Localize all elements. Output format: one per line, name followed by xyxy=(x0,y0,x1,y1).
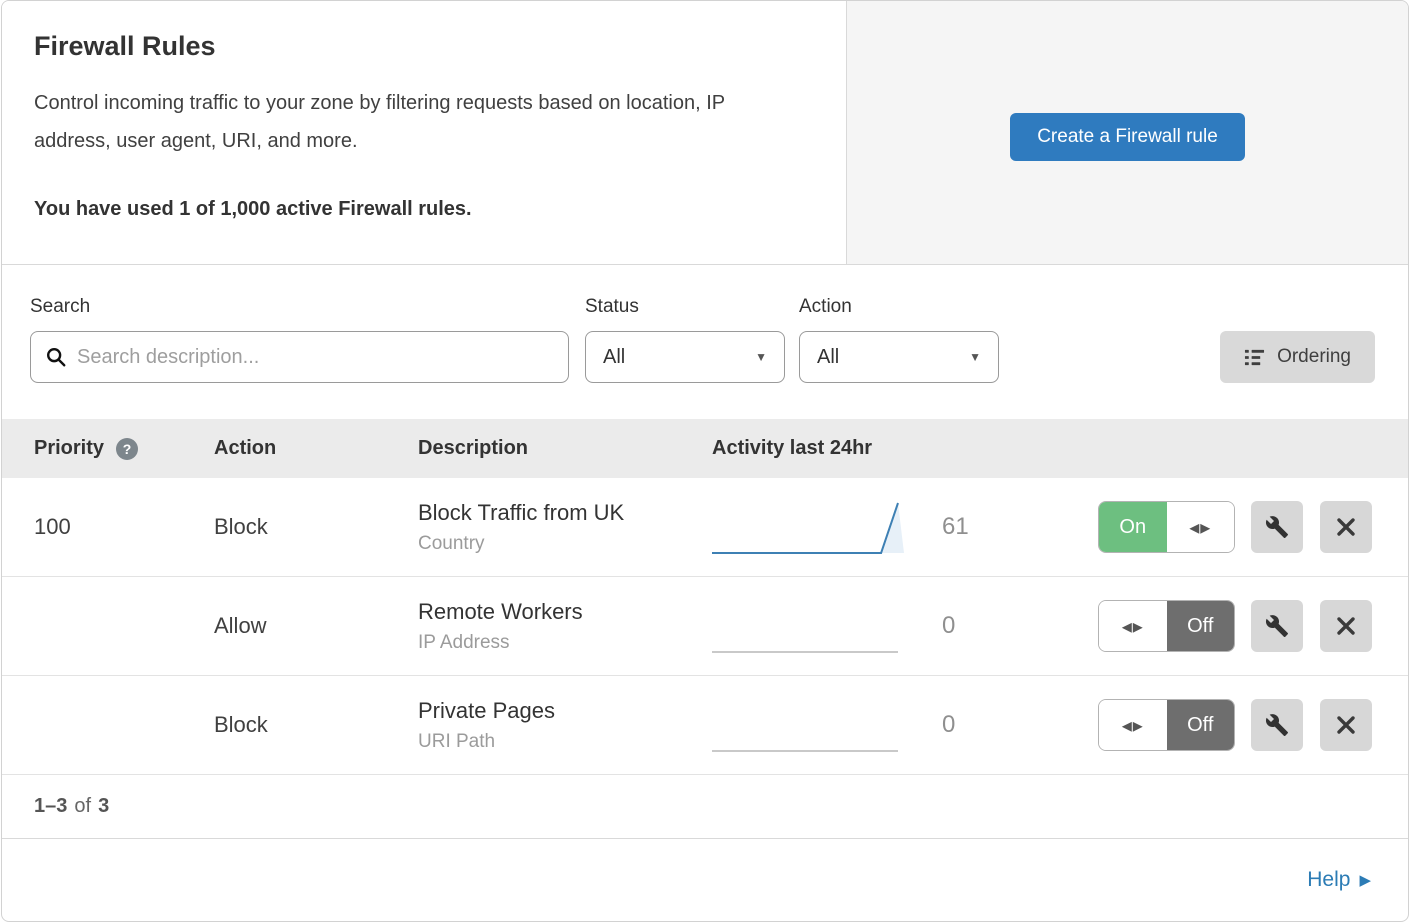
activity-count: 0 xyxy=(942,711,955,739)
action-selected-value: All xyxy=(817,346,839,369)
close-icon xyxy=(1335,615,1357,637)
description-cell: Block Traffic from UK Country xyxy=(418,500,712,555)
help-link-label: Help xyxy=(1307,868,1350,892)
activity-sparkline xyxy=(712,696,912,754)
action-label: Action xyxy=(799,296,999,318)
status-selected-value: All xyxy=(603,346,625,369)
rule-enable-toggle[interactable]: Off ◂▸ xyxy=(1098,699,1235,751)
status-filter-group: Status All ▼ xyxy=(585,296,785,383)
page-header-action-panel: Create a Firewall rule xyxy=(847,1,1408,264)
column-header-action: Action xyxy=(214,437,418,460)
row-controls: On ◂▸ xyxy=(1098,501,1372,553)
chevron-down-icon: ▼ xyxy=(755,350,767,364)
edit-rule-button[interactable] xyxy=(1251,501,1303,553)
help-link[interactable]: Help ▶ xyxy=(1307,868,1371,892)
row-controls: Off ◂▸ xyxy=(1098,699,1372,751)
priority-header-label: Priority xyxy=(34,437,104,460)
search-label: Search xyxy=(30,296,569,318)
activity-cell: 61 xyxy=(712,498,1098,556)
ordered-list-icon xyxy=(1244,347,1265,368)
action-cell: Block xyxy=(214,712,418,738)
activity-count: 0 xyxy=(942,612,955,640)
toggle-state-label: Off xyxy=(1167,601,1235,651)
column-header-description: Description xyxy=(418,437,712,460)
arrow-right-icon: ▶ xyxy=(1359,871,1371,889)
wrench-icon xyxy=(1265,713,1289,737)
activity-cell: 0 xyxy=(712,696,1098,754)
table-row: 100 Block Block Traffic from UK Country … xyxy=(2,478,1408,577)
delete-rule-button[interactable] xyxy=(1320,699,1372,751)
description-cell: Remote Workers IP Address xyxy=(418,599,712,654)
ordering-button-label: Ordering xyxy=(1277,346,1351,368)
priority-cell: 100 xyxy=(34,514,214,540)
firewall-rules-page: Firewall Rules Control incoming traffic … xyxy=(1,0,1409,922)
search-filter-group: Search xyxy=(30,296,569,383)
pagination-bar: 1–3 of 3 xyxy=(2,775,1408,839)
action-select[interactable]: All ▼ xyxy=(799,331,999,383)
close-icon xyxy=(1335,516,1357,538)
create-firewall-rule-button[interactable]: Create a Firewall rule xyxy=(1010,113,1245,161)
column-header-activity: Activity last 24hr xyxy=(712,437,1372,460)
rule-enable-toggle[interactable]: Off ◂▸ xyxy=(1098,600,1235,652)
activity-sparkline xyxy=(712,597,912,655)
rule-description: Remote Workers xyxy=(418,599,712,625)
action-cell: Block xyxy=(214,514,418,540)
status-label: Status xyxy=(585,296,785,318)
table-header: Priority ? Action Description Activity l… xyxy=(2,419,1408,478)
ordering-button[interactable]: Ordering xyxy=(1220,331,1375,383)
pagination-range: 1–3 xyxy=(34,795,67,818)
close-icon xyxy=(1335,714,1357,736)
wrench-icon xyxy=(1265,515,1289,539)
action-cell: Allow xyxy=(214,613,418,639)
table-row: Block Private Pages URI Path 0 Off ◂▸ xyxy=(2,676,1408,775)
pagination-of-label: of xyxy=(74,795,91,818)
usage-summary: You have used 1 of 1,000 active Firewall… xyxy=(34,198,806,221)
delete-rule-button[interactable] xyxy=(1320,501,1372,553)
toggle-state-label: Off xyxy=(1167,700,1235,750)
rule-enable-toggle[interactable]: On ◂▸ xyxy=(1098,501,1235,553)
rule-match-type: Country xyxy=(418,533,712,555)
rule-match-type: URI Path xyxy=(418,731,712,753)
search-input[interactable] xyxy=(77,346,554,369)
table-row: Allow Remote Workers IP Address 0 Off ◂▸ xyxy=(2,577,1408,676)
activity-count: 61 xyxy=(942,513,969,541)
edit-rule-button[interactable] xyxy=(1251,600,1303,652)
column-header-priority: Priority ? xyxy=(34,437,214,460)
action-filter-group: Action All ▼ xyxy=(799,296,999,383)
chevron-down-icon: ▼ xyxy=(969,350,981,364)
edit-rule-button[interactable] xyxy=(1251,699,1303,751)
activity-cell: 0 xyxy=(712,597,1098,655)
rule-description: Private Pages xyxy=(418,698,712,724)
page-title: Firewall Rules xyxy=(34,31,806,62)
search-box[interactable] xyxy=(30,331,569,383)
page-header-text: Firewall Rules Control incoming traffic … xyxy=(2,1,847,264)
toggle-drag-handle-icon: ◂▸ xyxy=(1167,502,1235,552)
priority-help-icon[interactable]: ? xyxy=(116,438,138,460)
status-select[interactable]: All ▼ xyxy=(585,331,785,383)
row-controls: Off ◂▸ xyxy=(1098,600,1372,652)
delete-rule-button[interactable] xyxy=(1320,600,1372,652)
pagination-total: 3 xyxy=(98,795,109,818)
page-header: Firewall Rules Control incoming traffic … xyxy=(2,1,1408,265)
page-description: Control incoming traffic to your zone by… xyxy=(34,84,806,160)
help-bar: Help ▶ xyxy=(2,839,1408,921)
toggle-state-label: On xyxy=(1099,502,1167,552)
rule-match-type: IP Address xyxy=(418,632,712,654)
search-icon xyxy=(45,346,67,368)
toggle-drag-handle-icon: ◂▸ xyxy=(1099,700,1167,750)
toggle-drag-handle-icon: ◂▸ xyxy=(1099,601,1167,651)
rule-description: Block Traffic from UK xyxy=(418,500,712,526)
description-cell: Private Pages URI Path xyxy=(418,698,712,753)
filter-bar: Search Status All ▼ Action All ▼ xyxy=(2,296,1408,419)
wrench-icon xyxy=(1265,614,1289,638)
activity-sparkline xyxy=(712,498,912,556)
